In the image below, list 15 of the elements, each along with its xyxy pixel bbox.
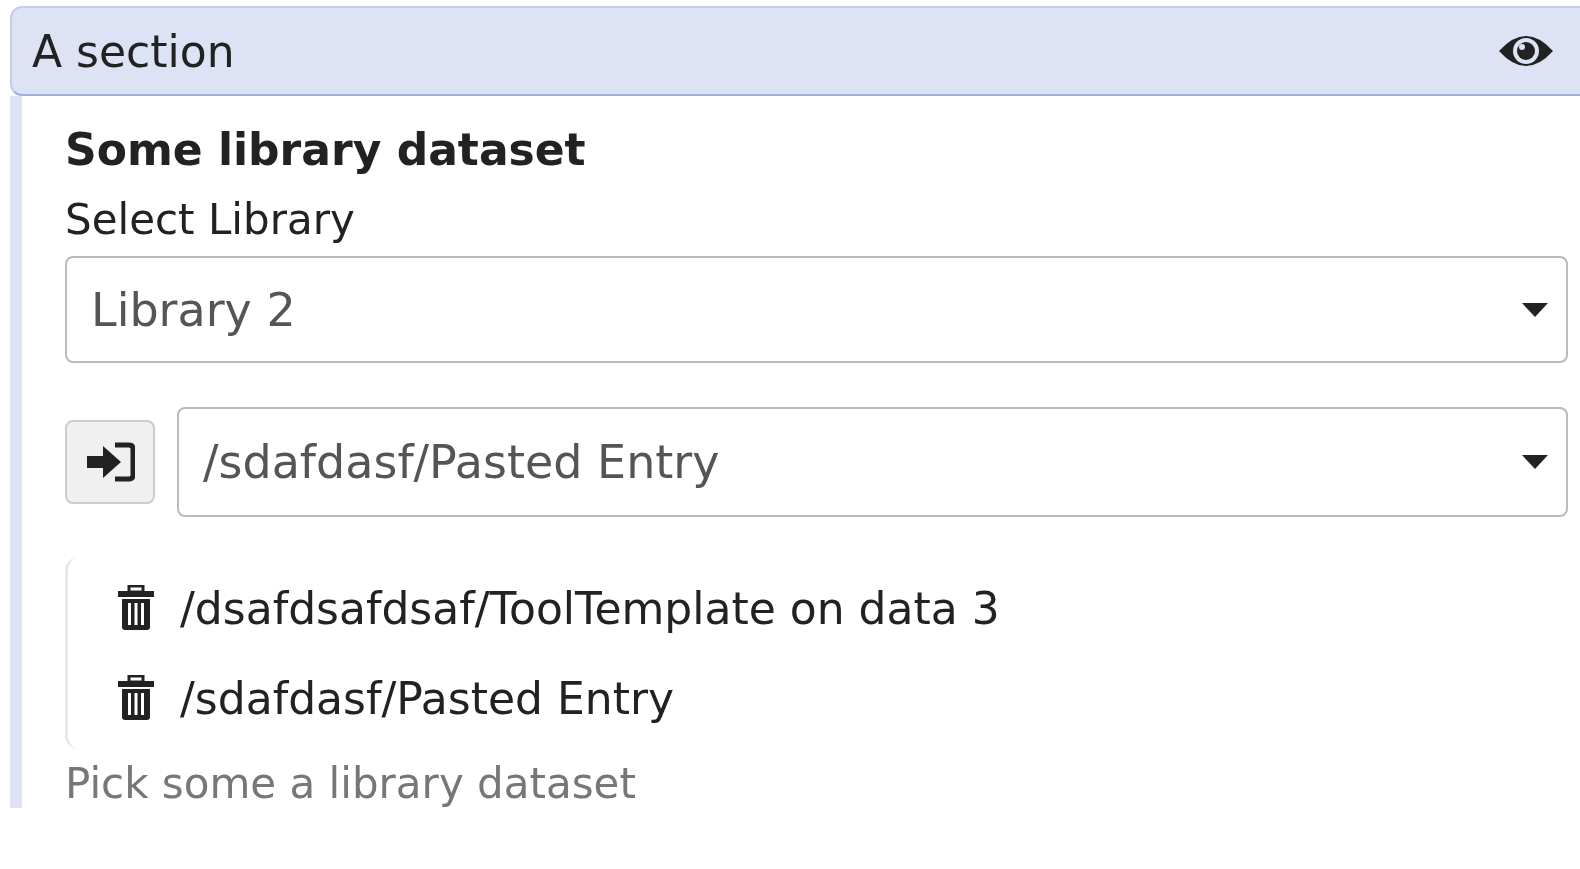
caret-icon	[1522, 455, 1548, 469]
dataset-path: /dsafdsafdsaf/ToolTemplate on data 3	[180, 582, 1000, 634]
dataset-path: /sdafdasf/Pasted Entry	[180, 672, 674, 724]
field-label: Some library dataset	[65, 124, 587, 175]
select-label: Select Library	[65, 195, 356, 244]
trash-icon[interactable]	[116, 675, 156, 721]
insert-button[interactable]	[65, 420, 155, 504]
section-header[interactable]: A section	[10, 6, 1580, 96]
trash-icon[interactable]	[116, 585, 156, 631]
section-title: A section	[32, 25, 235, 77]
help-text: Pick some a library dataset	[65, 759, 637, 808]
sign-in-icon	[85, 442, 135, 482]
caret-icon	[1522, 302, 1548, 317]
select-field[interactable]: Library 2	[65, 256, 1568, 363]
select-field[interactable]: /sdafdasf/Pasted Entry	[177, 407, 1568, 517]
